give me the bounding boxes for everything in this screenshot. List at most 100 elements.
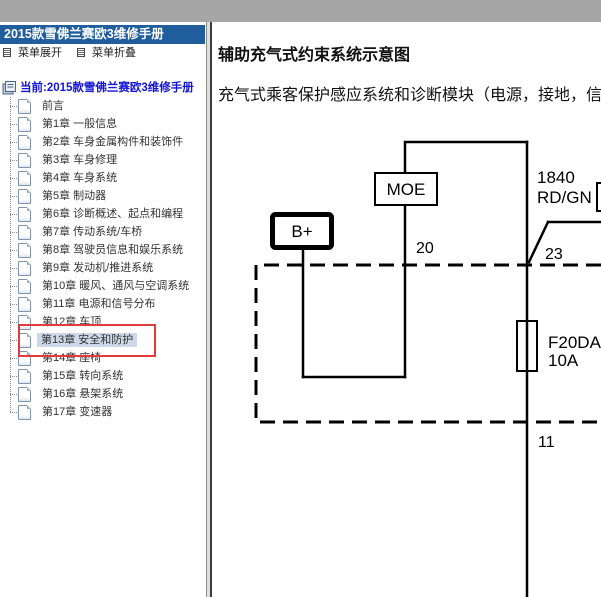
- page-icon: [18, 207, 31, 222]
- page-icon: [18, 189, 31, 204]
- tree-root[interactable]: 当前:2015款雪佛兰赛欧3维修手册: [0, 79, 206, 97]
- page-icon: [18, 171, 31, 186]
- tree-item-ch12[interactable]: 第12章 车顶: [0, 313, 206, 331]
- menu-collapse-icon: [77, 48, 85, 57]
- content-panel: MOE B+ 20 1840 RD/GN 23 F20DA 10A 11 辅助充…: [212, 22, 601, 597]
- tree-connector: [10, 178, 17, 179]
- tree-item-ch1[interactable]: 第1章 一般信息: [0, 115, 206, 133]
- wire-number-label: 1840: [537, 168, 575, 187]
- tree-connector: [10, 214, 17, 215]
- page-title: 辅助充气式约束系统示意图: [218, 47, 411, 64]
- page-icon: [18, 405, 31, 420]
- tree-item-label: 第5章 制动器: [42, 190, 107, 202]
- intro-paragraph: 充气式乘客保护感应系统和诊断模块（电源，接地，信: [218, 87, 601, 104]
- moe-pin-label: 20: [416, 240, 434, 257]
- tree-item-label: 第3章 车身修理: [42, 154, 118, 166]
- tree-item-label: 前言: [42, 100, 64, 112]
- tree-connector: [10, 340, 17, 341]
- tree-connector: [10, 196, 17, 197]
- tree-item-ch16[interactable]: 第16章 悬架系统: [0, 385, 206, 403]
- fuse-rating-label: 10A: [548, 351, 579, 370]
- tree-connector: [10, 376, 17, 377]
- page-icon: [18, 387, 31, 402]
- tree-item-label: 第9章 发动机/推进系统: [42, 262, 154, 274]
- window-top-bar: [0, 0, 601, 22]
- page-icon: [18, 279, 31, 294]
- wire-moe-to-main: [403, 140, 529, 175]
- tree-item-ch13[interactable]: 第13章 安全和防护: [0, 331, 206, 349]
- menu-collapse-label: 菜单折叠: [92, 47, 136, 59]
- tree-connector: [10, 250, 17, 251]
- tree-item-label: 第6章 诊断概述、起点和编程: [42, 208, 184, 220]
- sidebar-panel: 2015款雪佛兰赛欧3维修手册 菜单展开 菜单折叠 当前:2015款雪佛兰赛欧3…: [0, 22, 206, 597]
- splice-pin-label: 23: [545, 246, 563, 263]
- tree-item-ch8[interactable]: 第8章 驾驶员信息和娱乐系统: [0, 241, 206, 259]
- page-icon: [18, 117, 31, 132]
- tree-item-ch9[interactable]: 第9章 发动机/推进系统: [0, 259, 206, 277]
- tree-connector: [10, 142, 17, 143]
- tree-item-label: 第15章 转向系统: [42, 370, 124, 382]
- menu-expand-icon: [3, 48, 11, 57]
- tree-item-label: 第4章 车身系统: [42, 172, 118, 184]
- tree-connector: [10, 286, 17, 287]
- tree-item-ch3[interactable]: 第3章 车身修理: [0, 151, 206, 169]
- tree-item-ch11[interactable]: 第11章 电源和信号分布: [0, 295, 206, 313]
- page-icon: [18, 99, 31, 114]
- page-icon: [18, 315, 31, 330]
- tree-item-ch15[interactable]: 第15章 转向系统: [0, 367, 206, 385]
- tree-item-label: 第17章 变速器: [42, 406, 113, 418]
- manual-root-icon: [2, 81, 16, 95]
- wiring-diagram: MOE B+ 20 1840 RD/GN 23 F20DA 10A 11: [254, 140, 601, 597]
- tree-connector: [10, 124, 17, 125]
- page-icon: [18, 261, 31, 276]
- tree-item-label: 第7章 传动系统/车桥: [42, 226, 143, 238]
- tree-item-label: 第2章 车身金属构件和装饰件: [42, 136, 184, 148]
- lower-pin-label: 11: [538, 434, 555, 451]
- tree-connector: [10, 322, 17, 323]
- tree-item-ch17[interactable]: 第17章 变速器: [0, 403, 206, 421]
- menu-expand-label: 菜单展开: [18, 47, 62, 59]
- tree-connector: [10, 412, 17, 413]
- tree-item-label: 第10章 暖风、通风与空调系统: [42, 280, 190, 292]
- wire-color-label: RD/GN: [537, 188, 592, 207]
- menu-collapse-button[interactable]: 菜单折叠: [77, 46, 136, 60]
- tree-item-label: 第12章 车顶: [42, 316, 102, 328]
- tree-connector: [10, 106, 17, 107]
- page-icon: [18, 135, 31, 150]
- page-icon: [18, 297, 31, 312]
- tree-item-ch6[interactable]: 第6章 诊断概述、起点和编程: [0, 205, 206, 223]
- tree-connector: [10, 160, 17, 161]
- tree-item-ch14[interactable]: 第14章 座椅: [0, 349, 206, 367]
- tree-item-ch10[interactable]: 第10章 暖风、通风与空调系统: [0, 277, 206, 295]
- tree-item-ch4[interactable]: 第4章 车身系统: [0, 169, 206, 187]
- tree-item-label: 第16章 悬架系统: [42, 388, 124, 400]
- tree-item-label: 第14章 座椅: [42, 352, 102, 364]
- tree-connector: [10, 358, 17, 359]
- battery-label: B+: [291, 222, 312, 241]
- tree-item-label: 第11章 电源和信号分布: [42, 298, 156, 310]
- sidebar-title: 2015款雪佛兰赛欧3维修手册: [0, 25, 205, 44]
- chapter-tree: 前言 第1章 一般信息 第2章 车身金属构件和装饰件 第3章 车身修理 第4章 …: [0, 97, 206, 421]
- tree-connector: [10, 232, 17, 233]
- page-icon: [18, 333, 31, 348]
- tree-item-label: 第13章 安全和防护: [37, 333, 138, 347]
- page-icon: [18, 351, 31, 366]
- tree-item-ch2[interactable]: 第2章 车身金属构件和装饰件: [0, 133, 206, 151]
- page-icon: [18, 225, 31, 240]
- tree-connector: [10, 304, 17, 305]
- page-icon: [18, 369, 31, 384]
- moe-label: MOE: [387, 180, 426, 199]
- tree-connector: [10, 268, 17, 269]
- tree-item-label: 第8章 驾驶员信息和娱乐系统: [42, 244, 184, 256]
- fuse-id-label: F20DA: [548, 333, 601, 352]
- tree-root-label: 当前:2015款雪佛兰赛欧3维修手册: [20, 82, 194, 94]
- tree-item-ch7[interactable]: 第7章 传动系统/车桥: [0, 223, 206, 241]
- menu-expand-button[interactable]: 菜单展开: [3, 46, 62, 60]
- page-icon: [18, 153, 31, 168]
- component-partial-box: [596, 182, 601, 212]
- tree-connector: [10, 394, 17, 395]
- page-icon: [18, 243, 31, 258]
- tree-item-ch5[interactable]: 第5章 制动器: [0, 187, 206, 205]
- tree-item-label: 第1章 一般信息: [42, 118, 118, 130]
- tree-item-preface[interactable]: 前言: [0, 97, 206, 115]
